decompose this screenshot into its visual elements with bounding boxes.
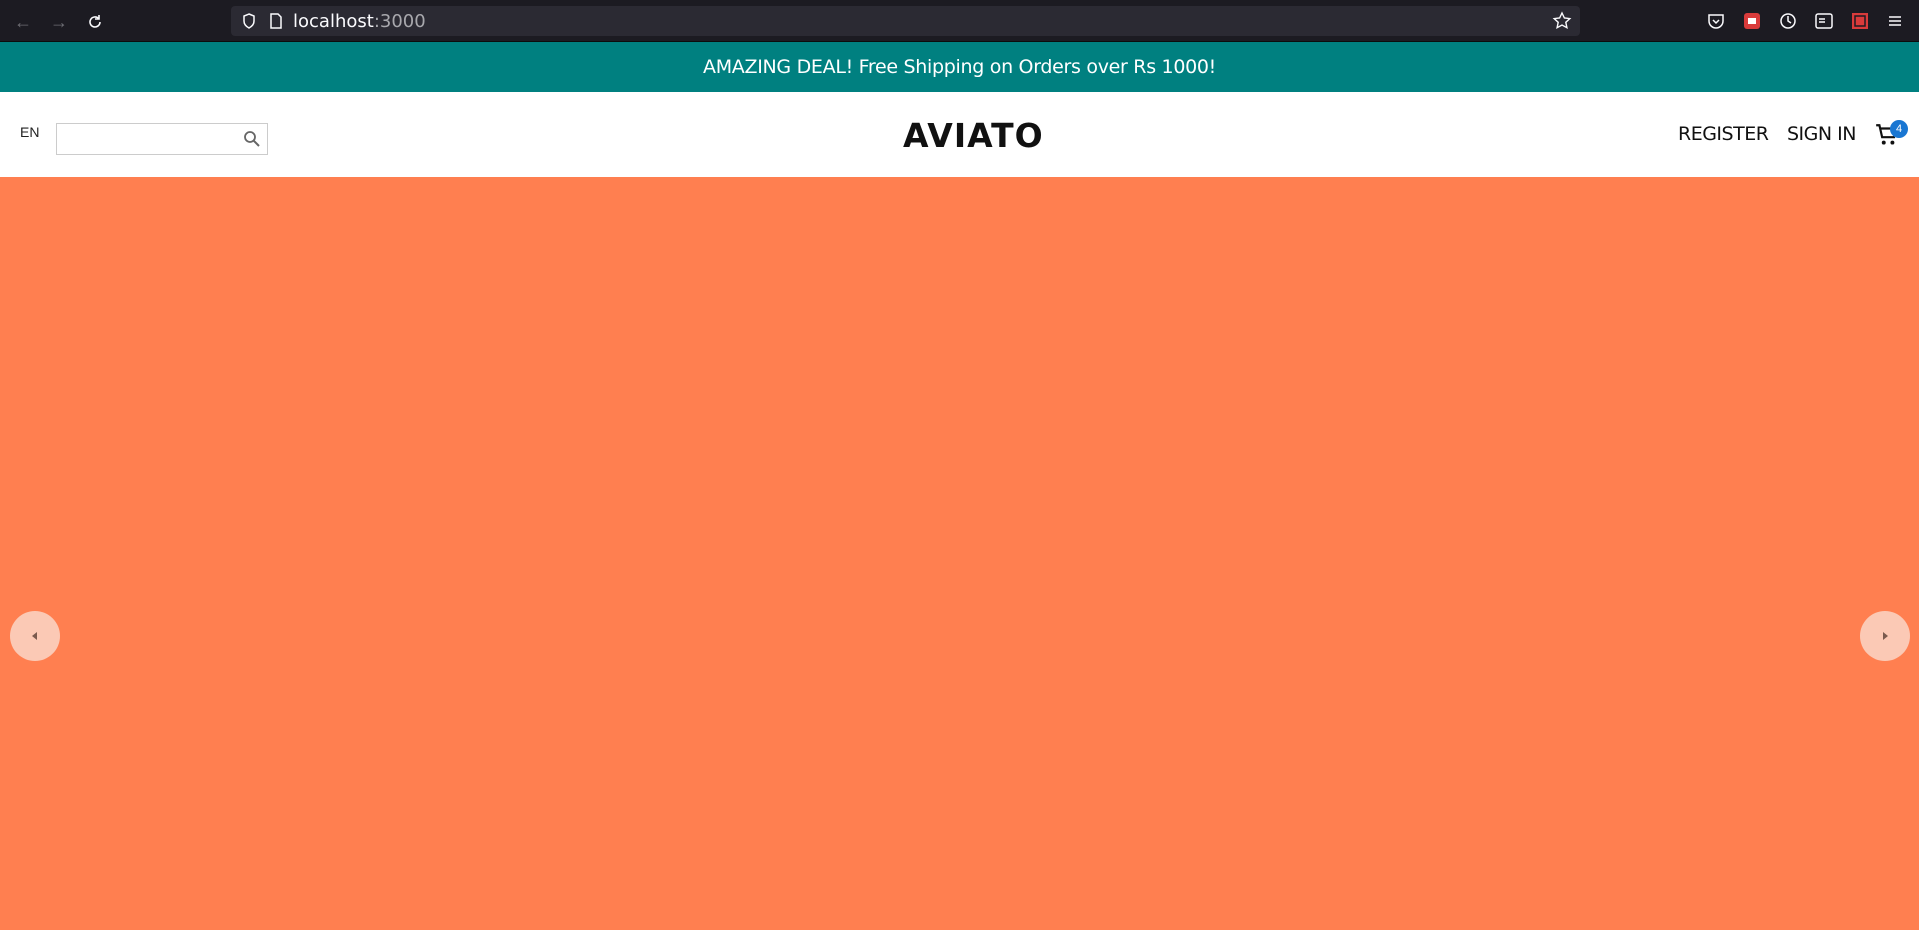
site-header: EN AVIATO REGISTER SIGN IN 4: [0, 92, 1919, 177]
shield-icon[interactable]: [241, 12, 257, 30]
chevron-right-icon: [1883, 632, 1888, 640]
extension-icon[interactable]: [1741, 10, 1763, 32]
search-icon[interactable]: [243, 130, 261, 148]
sync-icon[interactable]: [1777, 10, 1799, 32]
url-text[interactable]: localhost:3000: [293, 11, 426, 32]
menu-icon[interactable]: [1884, 10, 1906, 32]
search-box[interactable]: [56, 123, 268, 155]
cart-count-badge: 4: [1890, 120, 1908, 138]
signin-link[interactable]: SIGN IN: [1787, 123, 1856, 145]
slider-prev-button[interactable]: [10, 611, 60, 661]
language-selector[interactable]: EN: [20, 124, 39, 140]
reader-icon[interactable]: [1813, 10, 1835, 32]
search-input[interactable]: [57, 124, 243, 154]
back-icon[interactable]: ←: [11, 10, 35, 34]
browser-toolbar: ← → localhost:3000: [0, 0, 1919, 42]
chevron-left-icon: [32, 632, 37, 640]
url-bar[interactable]: localhost:3000: [231, 6, 1580, 36]
page-icon: [270, 13, 282, 29]
slider-next-button[interactable]: [1860, 611, 1910, 661]
hero-slider: [0, 177, 1919, 930]
site-logo[interactable]: AVIATO: [903, 116, 1044, 155]
pocket-icon[interactable]: [1705, 10, 1727, 32]
reload-icon[interactable]: [83, 10, 107, 34]
star-icon[interactable]: [1552, 11, 1572, 31]
register-link[interactable]: REGISTER: [1678, 123, 1769, 145]
forward-icon[interactable]: →: [47, 10, 71, 34]
promo-banner: AMAZING DEAL! Free Shipping on Orders ov…: [0, 42, 1919, 92]
addon-icon[interactable]: [1849, 10, 1871, 32]
